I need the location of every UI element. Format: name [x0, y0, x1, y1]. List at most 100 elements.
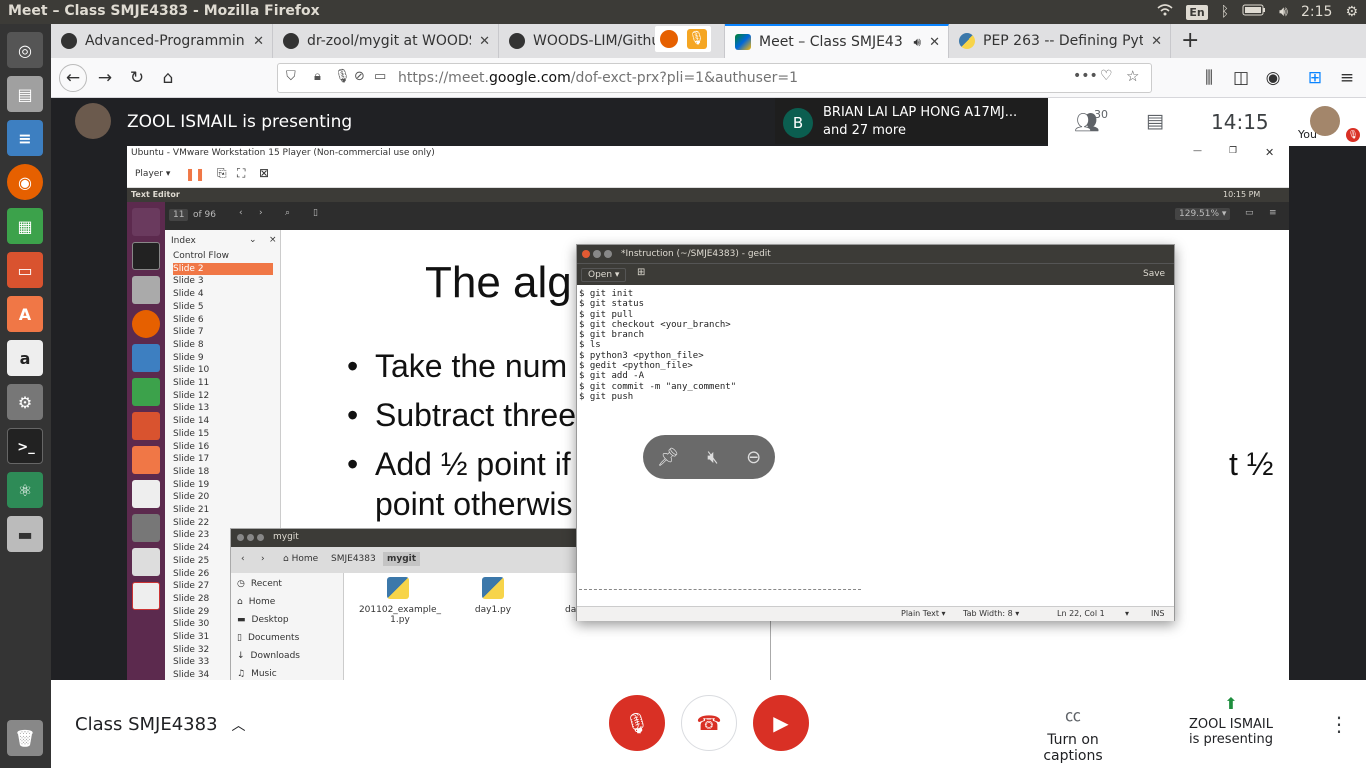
slide-index-item[interactable]: Control Flow	[173, 250, 273, 262]
slide-index-item[interactable]: Slide 2	[173, 262, 273, 275]
document-icon[interactable]: ▯	[313, 208, 318, 218]
drive-icon[interactable]: ▬	[7, 516, 43, 552]
index-close-icon[interactable]: ×	[269, 235, 277, 245]
slide-index-item[interactable]: Slide 14	[173, 415, 273, 427]
url-bar[interactable]: ⛉ 🔒︎ 🎙︎ ⊘ ▭ https://meet.google.com/dof-…	[277, 63, 1152, 93]
cursor-position[interactable]: Ln 22, Col 1	[1057, 609, 1105, 618]
view-icon[interactable]: ▭	[1245, 208, 1254, 218]
file-item[interactable]: 201102_example_1.py	[355, 577, 445, 625]
system-settings-icon[interactable]: ⚙	[7, 384, 43, 420]
slide-index-item[interactable]: Slide 6	[173, 314, 273, 326]
close-tab-icon[interactable]: ✕	[253, 34, 264, 49]
tab-advanced-programming[interactable]: Advanced-Programming ✕	[51, 24, 273, 58]
keyboard-language[interactable]: En	[1186, 4, 1208, 20]
camera-permission-icon[interactable]: ⊘	[354, 69, 365, 84]
search-icon[interactable]: ⌕	[285, 208, 290, 218]
new-document-icon[interactable]: ⊞	[637, 267, 645, 278]
file-item[interactable]: day1.py	[463, 577, 523, 615]
guest-ubuntu-icon[interactable]	[132, 208, 160, 236]
crumb-mygit[interactable]: mygit	[383, 552, 421, 566]
slide-index-item[interactable]: Slide 9	[173, 352, 273, 364]
crumb-smje4383[interactable]: SMJE4383	[331, 554, 376, 564]
gedit-text-area[interactable]: $ git init $ git status $ git pull $ git…	[579, 289, 736, 402]
remove-tile-icon[interactable]: ⊖	[746, 447, 761, 468]
impress-app-icon[interactable]: ▭	[7, 252, 43, 288]
tab-audio-icon[interactable]: 🔊︎	[914, 35, 922, 50]
slide-index-item[interactable]: Slide 13	[173, 402, 273, 414]
unity-icon[interactable]: ⊠	[259, 166, 269, 180]
sidebar-item-desktop[interactable]: ▬ Desktop	[237, 615, 289, 625]
player-menu[interactable]: Player ▾	[135, 169, 170, 179]
forward-arrow-icon[interactable]: →	[93, 66, 117, 90]
amazon-app-icon[interactable]: a	[7, 340, 43, 376]
slide-index-item[interactable]: Slide 10	[173, 364, 273, 376]
trash-icon[interactable]: 🗑︎	[7, 720, 43, 756]
shield-icon[interactable]: ⛉	[286, 69, 296, 84]
vm-maximize-icon[interactable]: ❐	[1229, 146, 1237, 156]
new-tab-plus-icon[interactable]: +	[1181, 28, 1199, 53]
writer-app-icon[interactable]: ≡	[7, 120, 43, 156]
slide-index-item[interactable]: Slide 4	[173, 288, 273, 300]
calc-app-icon[interactable]: ▦	[7, 208, 43, 244]
sidebar-item-documents[interactable]: ▯ Documents	[237, 633, 299, 643]
close-tab-icon[interactable]: ✕	[929, 35, 940, 50]
sidebar-item-downloads[interactable]: ↓ Downloads	[237, 651, 300, 661]
library-icon[interactable]: ⫼	[1197, 66, 1221, 90]
guest-terminal-icon[interactable]	[132, 242, 160, 270]
mic-permission-icon[interactable]: 🎙︎	[334, 69, 351, 84]
meeting-details-button[interactable]: Class SMJE4383 ︿	[75, 714, 246, 735]
fullscreen-icon[interactable]: ⛶	[237, 166, 245, 181]
index-dropdown-icon[interactable]: ⌄	[249, 235, 257, 245]
files-app-icon[interactable]: ▤	[7, 76, 43, 112]
files-maximize-icon[interactable]	[257, 534, 264, 541]
slide-index-item[interactable]: Slide 16	[173, 441, 273, 453]
vm-minimize-icon[interactable]: —	[1193, 146, 1202, 156]
prev-page-icon[interactable]: ‹	[239, 208, 243, 218]
mic-off-button[interactable]: 🎙︎	[609, 695, 665, 751]
slide-index-item[interactable]: Slide 22	[173, 517, 273, 529]
lock-icon[interactable]: 🔒︎	[314, 69, 321, 84]
slide-index-item[interactable]: Slide 5	[173, 301, 273, 313]
tab-meet[interactable]: Meet – Class SMJE43 🔊︎ ✕	[725, 24, 949, 58]
guest-software-icon[interactable]	[132, 446, 160, 474]
url-text[interactable]: https://meet.google.com/dof-exct-prx?pli…	[398, 70, 798, 86]
tab-width-select[interactable]: Tab Width: 8 ▾	[963, 609, 1019, 618]
slide-index-item[interactable]: Slide 12	[173, 390, 273, 402]
chat-icon[interactable]: ▤	[1146, 110, 1164, 132]
home-icon[interactable]: ⌂	[156, 66, 180, 90]
gedit-save-button[interactable]: Save	[1143, 269, 1165, 279]
battery-icon[interactable]	[1242, 4, 1266, 20]
slide-index-item[interactable]: Slide 17	[173, 453, 273, 465]
terminal-app-icon[interactable]: >_	[7, 428, 43, 464]
screen-share-icon[interactable]: ▭	[374, 69, 386, 84]
guest-impress-icon[interactable]	[132, 412, 160, 440]
slide-index-item[interactable]: Slide 8	[173, 339, 273, 351]
guest-firefox-icon[interactable]	[132, 310, 160, 338]
sidebar-item-recent[interactable]: ◷ Recent	[237, 579, 282, 589]
files-forward-icon[interactable]: ›	[261, 554, 265, 564]
camera-off-button[interactable]: ▶	[753, 695, 809, 751]
pause-icon[interactable]: ❚❚	[185, 167, 205, 181]
file-item[interactable]: da	[565, 605, 576, 615]
slide-index-item[interactable]: Slide 21	[173, 504, 273, 516]
slide-index-item[interactable]: Slide 11	[173, 377, 273, 389]
menu-hamburger-icon[interactable]: ≡	[1335, 66, 1359, 90]
presenting-button[interactable]: ⬆︎ ZOOL ISMAIL is presenting	[1175, 694, 1287, 747]
atom-app-icon[interactable]: ⚛	[7, 472, 43, 508]
slide-index-item[interactable]: Slide 15	[173, 428, 273, 440]
position-dropdown-icon[interactable]: ▾	[1125, 609, 1129, 618]
mute-tile-icon[interactable]: 🔇︎	[707, 447, 718, 468]
guest-files-icon[interactable]	[132, 276, 160, 304]
guest-editor-icon[interactable]	[132, 548, 160, 576]
tab-pep-263[interactable]: PEP 263 -- Defining Pyth ✕	[949, 24, 1171, 58]
slide-index-item[interactable]: Slide 20	[173, 491, 273, 503]
reload-icon[interactable]: ↻	[125, 66, 149, 90]
close-tab-icon[interactable]: ✕	[479, 34, 490, 49]
page-number-input[interactable]: 11	[169, 209, 189, 221]
files-minimize-icon[interactable]	[247, 534, 254, 541]
pin-icon[interactable]: 📌︎	[657, 447, 680, 468]
slide-index-item[interactable]: Slide 19	[173, 479, 273, 491]
gedit-minimize-icon[interactable]	[593, 250, 601, 258]
crumb-home[interactable]: ⌂ Home	[283, 554, 318, 564]
guest-writer-icon[interactable]	[132, 344, 160, 372]
